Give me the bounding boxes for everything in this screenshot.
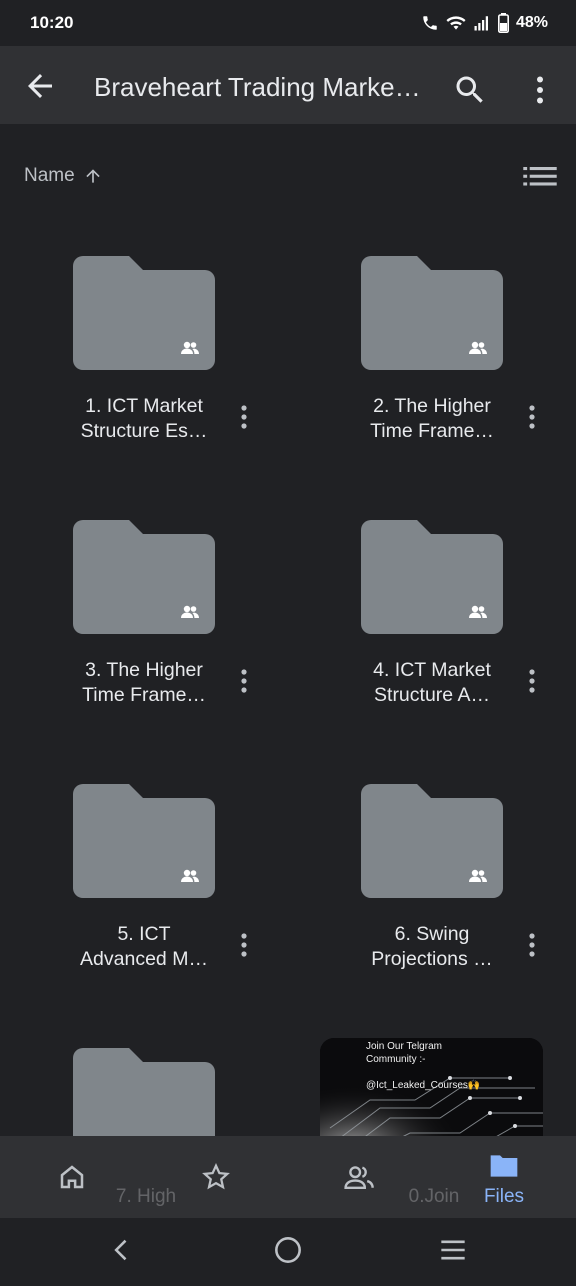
- folder-name: 4. ICT Market Structure A…: [373, 659, 491, 706]
- search-icon[interactable]: [452, 72, 488, 108]
- system-navigation-bar: [0, 1218, 576, 1280]
- more-vert-icon[interactable]: [232, 930, 256, 960]
- folder-icon: [73, 256, 215, 370]
- folder-name: 5. ICT Advanced M…: [80, 923, 208, 970]
- nav-recents-icon[interactable]: [438, 1236, 468, 1264]
- folder-icon: [361, 784, 503, 898]
- folder-name: 1. ICT Market Structure Es…: [80, 395, 208, 442]
- more-vert-icon[interactable]: [520, 930, 544, 960]
- status-bar: 10:20 48%: [0, 0, 576, 46]
- app-bar: Braveheart Trading Marke…: [0, 46, 576, 124]
- more-vert-icon[interactable]: [520, 666, 544, 696]
- bottom-navigation: 7. High 0.Join Files: [0, 1136, 576, 1218]
- folder-name: 6. Swing Projections …: [371, 923, 493, 970]
- folder-tile[interactable]: 4. ICT Market Structure A…: [288, 494, 576, 758]
- nav-back-icon[interactable]: [108, 1236, 136, 1264]
- folder-tile[interactable]: 1. ICT Market Structure Es…: [0, 230, 288, 494]
- nav-files[interactable]: Files: [432, 1136, 576, 1218]
- folder-tile[interactable]: 3. The Higher Time Frame…: [0, 494, 288, 758]
- sort-label: Name: [24, 165, 75, 186]
- nav-home-icon[interactable]: [274, 1236, 302, 1264]
- nav-starred[interactable]: [144, 1136, 288, 1218]
- folder-icon: [73, 784, 215, 898]
- folder-icon: [73, 520, 215, 634]
- sort-control[interactable]: Name: [24, 160, 103, 192]
- wifi-call-icon: [423, 16, 437, 30]
- status-time: 10:20: [30, 13, 74, 32]
- folder-tile[interactable]: 6. Swing Projections …: [288, 758, 576, 1022]
- folder-tile[interactable]: 5. ICT Advanced M…: [0, 758, 288, 1022]
- battery-percent: 48%: [515, 14, 548, 31]
- files-folder-icon: [490, 1155, 518, 1177]
- folder-name: 2. The Higher Time Frame…: [370, 395, 494, 442]
- wifi-icon: [446, 16, 466, 30]
- nav-files-label: Files: [483, 1186, 525, 1207]
- sort-arrow-up-icon: [86, 169, 100, 183]
- status-icons: 48%: [421, 13, 548, 33]
- home-icon: [60, 1165, 84, 1189]
- list-view-icon[interactable]: [522, 160, 558, 192]
- folder-tile[interactable]: 2. The Higher Time Frame…: [288, 230, 576, 494]
- thumbnail-text: Join Our Telgram Community :- @Ict_Leake…: [366, 1041, 481, 1091]
- back-arrow-icon[interactable]: [22, 68, 58, 104]
- nav-shared[interactable]: [288, 1136, 432, 1218]
- more-vert-icon[interactable]: [520, 402, 544, 432]
- star-icon: [202, 1163, 230, 1190]
- battery-icon: [497, 13, 509, 33]
- folder-icon: [361, 520, 503, 634]
- more-vert-icon[interactable]: [232, 402, 256, 432]
- more-vert-icon[interactable]: [522, 72, 558, 108]
- folder-icon: [361, 256, 503, 370]
- nav-home[interactable]: [0, 1136, 144, 1218]
- folder-title: Braveheart Trading Marke…: [94, 72, 421, 102]
- people-icon: [344, 1166, 374, 1189]
- folder-name: 3. The Higher Time Frame…: [82, 659, 206, 706]
- signal-icon: [474, 16, 488, 31]
- more-vert-icon[interactable]: [232, 666, 256, 696]
